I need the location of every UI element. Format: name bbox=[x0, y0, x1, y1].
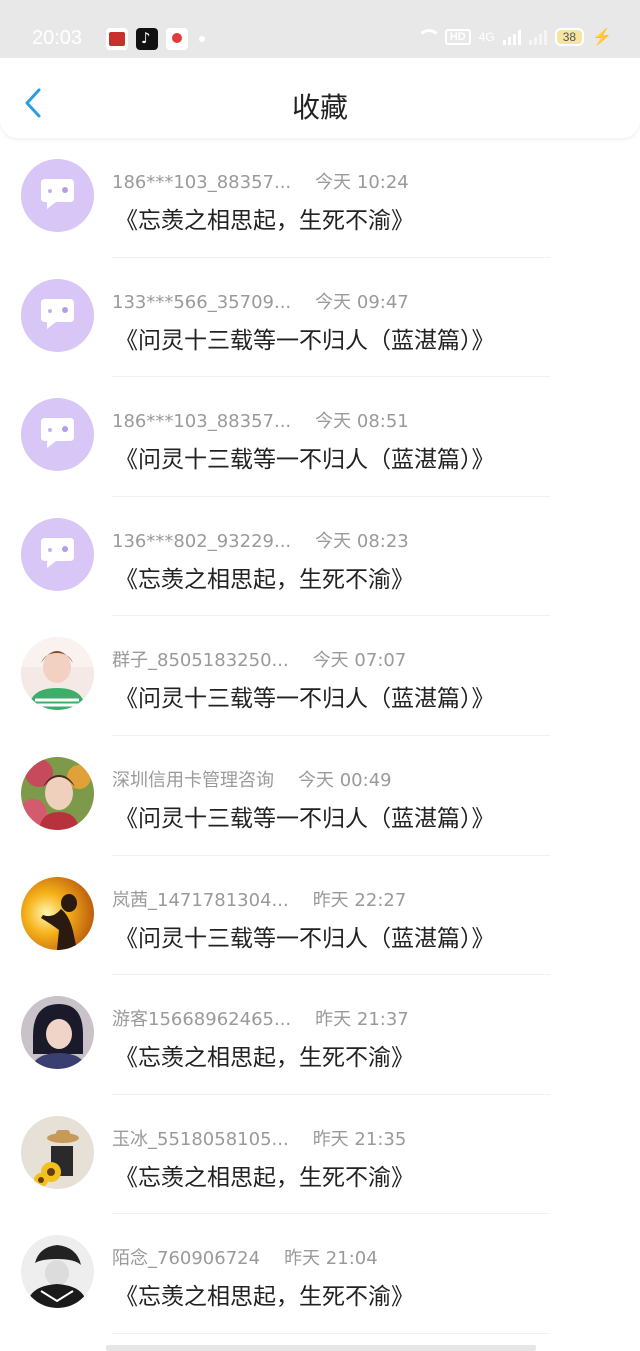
divider bbox=[112, 1332, 550, 1334]
avatar[interactable] bbox=[21, 637, 94, 711]
story-title[interactable]: 《问灵十三载等一不归人（蓝湛篇）》 bbox=[115, 919, 495, 953]
story-title[interactable]: 《忘羡之相思起，生死不渝》 bbox=[115, 1277, 414, 1311]
signal-icon bbox=[502, 29, 521, 45]
avatar[interactable] bbox=[21, 398, 94, 472]
timestamp: 昨天 21:35 bbox=[312, 1128, 407, 1150]
avatar[interactable] bbox=[21, 1235, 94, 1309]
user-name: 玉冰_5518058105... bbox=[112, 1128, 289, 1150]
status-time: 20:03 bbox=[32, 27, 83, 49]
scroll-indicator bbox=[106, 1345, 536, 1351]
page-title: 收藏 bbox=[291, 91, 348, 124]
list-item[interactable]: 岚茜_1471781304... 昨天 22:27 《问灵十三载等一不归人（蓝湛篇）… bbox=[0, 856, 640, 976]
status-bar: 20:03 HD 4G 38 ⚡ bbox=[0, 0, 640, 58]
sohu-video-notification-icon bbox=[106, 28, 128, 50]
item-meta: 陌念_760906724 昨天 21:04 bbox=[112, 1244, 378, 1270]
list-item[interactable]: 玉冰_5518058105... 昨天 21:35 《忘羡之相思起，生死不渝》 bbox=[0, 1095, 640, 1215]
battery-icon: 38 bbox=[554, 28, 585, 46]
avatar[interactable] bbox=[21, 996, 94, 1070]
item-meta: 136***802_93229... 今天 08:23 bbox=[112, 527, 409, 553]
chat-bubble-icon bbox=[21, 278, 94, 352]
timestamp: 昨天 21:04 bbox=[284, 1248, 378, 1270]
story-title[interactable]: 《忘羡之相思起，生死不渝》 bbox=[115, 560, 414, 594]
user-name: 陌念_760906724 bbox=[112, 1248, 261, 1270]
profile-photo bbox=[21, 637, 94, 711]
avatar[interactable] bbox=[21, 756, 94, 830]
chat-bubble-icon bbox=[21, 159, 94, 232]
story-title[interactable]: 《问灵十三载等一不归人（蓝湛篇）》 bbox=[115, 440, 495, 474]
timestamp: 今天 07:07 bbox=[312, 650, 407, 672]
story-title[interactable]: 《忘羡之相思起，生死不渝》 bbox=[115, 1158, 414, 1192]
user-name: 133***566_35709... bbox=[112, 291, 292, 313]
item-meta: 133***566_35709... 今天 09:47 bbox=[112, 288, 409, 314]
item-meta: 深圳信用卡管理咨询 今天 00:49 bbox=[112, 766, 392, 792]
hd-icon: HD bbox=[444, 29, 471, 45]
story-title[interactable]: 《忘羡之相思起，生死不渝》 bbox=[115, 201, 414, 235]
item-meta: 游客15668962465... 昨天 21:37 bbox=[112, 1005, 409, 1031]
tiktok-notification-icon bbox=[136, 28, 158, 50]
story-title[interactable]: 《问灵十三载等一不归人（蓝湛篇）》 bbox=[115, 679, 495, 713]
avatar[interactable] bbox=[21, 1115, 94, 1189]
item-meta: 186***103_88357... 今天 10:24 bbox=[112, 168, 409, 194]
story-title[interactable]: 《问灵十三载等一不归人（蓝湛篇）》 bbox=[115, 321, 495, 355]
status-icons: HD 4G 38 ⚡ bbox=[415, 27, 612, 47]
profile-photo bbox=[21, 876, 94, 950]
nav-header: 收藏 bbox=[0, 58, 640, 138]
user-name: 深圳信用卡管理咨询 bbox=[112, 769, 274, 791]
list-item[interactable]: 陌念_760906724 昨天 21:04 《忘羡之相思起，生死不渝》 bbox=[0, 1214, 640, 1334]
list-item[interactable]: 群子_8505183250... 今天 07:07 《问灵十三载等一不归人（蓝湛篇）… bbox=[0, 616, 640, 736]
story-title[interactable]: 《忘羡之相思起，生死不渝》 bbox=[115, 1038, 414, 1072]
avatar[interactable] bbox=[21, 159, 94, 232]
list-item[interactable]: 深圳信用卡管理咨询 今天 00:49 《问灵十三载等一不归人（蓝湛篇）》 bbox=[0, 736, 640, 856]
user-name: 186***103_88357... bbox=[112, 411, 292, 433]
chat-bubble-icon bbox=[21, 517, 94, 591]
favorites-list: 186***103_88357... 今天 10:24 《忘羡之相思起，生死不渝》 1… bbox=[0, 138, 640, 1334]
chat-bubble-icon bbox=[21, 398, 94, 472]
list-item[interactable]: 186***103_88357... 今天 10:24 《忘羡之相思起，生死不渝》 bbox=[0, 138, 640, 258]
timestamp: 今天 08:51 bbox=[315, 411, 409, 433]
charging-icon: ⚡ bbox=[592, 29, 612, 46]
profile-photo bbox=[21, 996, 94, 1070]
more-notifications-dot bbox=[199, 36, 205, 42]
user-name: 岚茜_1471781304... bbox=[112, 889, 289, 911]
item-meta: 群子_8505183250... 今天 07:07 bbox=[112, 646, 406, 672]
timestamp: 今天 09:47 bbox=[315, 291, 409, 313]
timestamp: 今天 00:49 bbox=[298, 769, 392, 791]
profile-photo bbox=[21, 1235, 94, 1309]
list-item[interactable]: 133***566_35709... 今天 09:47 《问灵十三载等一不归人（蓝湛… bbox=[0, 258, 640, 378]
timestamp: 今天 08:23 bbox=[315, 530, 409, 552]
map-notification-icon bbox=[166, 28, 188, 50]
profile-photo bbox=[21, 1115, 94, 1189]
item-meta: 玉冰_5518058105... 昨天 21:35 bbox=[112, 1125, 406, 1151]
user-name: 136***802_93229... bbox=[112, 530, 292, 552]
user-name: 186***103_88357... bbox=[112, 172, 292, 193]
network-type: 4G bbox=[478, 30, 495, 44]
list-item[interactable]: 136***802_93229... 今天 08:23 《忘羡之相思起，生死不渝》 bbox=[0, 497, 640, 617]
item-meta: 岚茜_1471781304... 昨天 22:27 bbox=[112, 886, 406, 912]
story-title[interactable]: 《问灵十三载等一不归人（蓝湛篇）》 bbox=[115, 799, 495, 833]
user-name: 群子_8505183250... bbox=[112, 650, 289, 672]
list-item[interactable]: 游客15668962465... 昨天 21:37 《忘羡之相思起，生死不渝》 bbox=[0, 975, 640, 1095]
wifi-icon bbox=[415, 29, 441, 45]
timestamp: 今天 10:24 bbox=[315, 172, 409, 193]
signal-2-icon bbox=[528, 29, 547, 45]
avatar[interactable] bbox=[21, 517, 94, 591]
avatar[interactable] bbox=[21, 278, 94, 352]
user-name: 游客15668962465... bbox=[112, 1009, 292, 1031]
list-item[interactable]: 186***103_88357... 今天 08:51 《问灵十三载等一不归人（蓝湛… bbox=[0, 377, 640, 497]
item-meta: 186***103_88357... 今天 08:51 bbox=[112, 407, 409, 433]
avatar[interactable] bbox=[21, 876, 94, 950]
timestamp: 昨天 21:37 bbox=[315, 1009, 409, 1031]
timestamp: 昨天 22:27 bbox=[312, 889, 407, 911]
profile-photo bbox=[21, 756, 94, 830]
